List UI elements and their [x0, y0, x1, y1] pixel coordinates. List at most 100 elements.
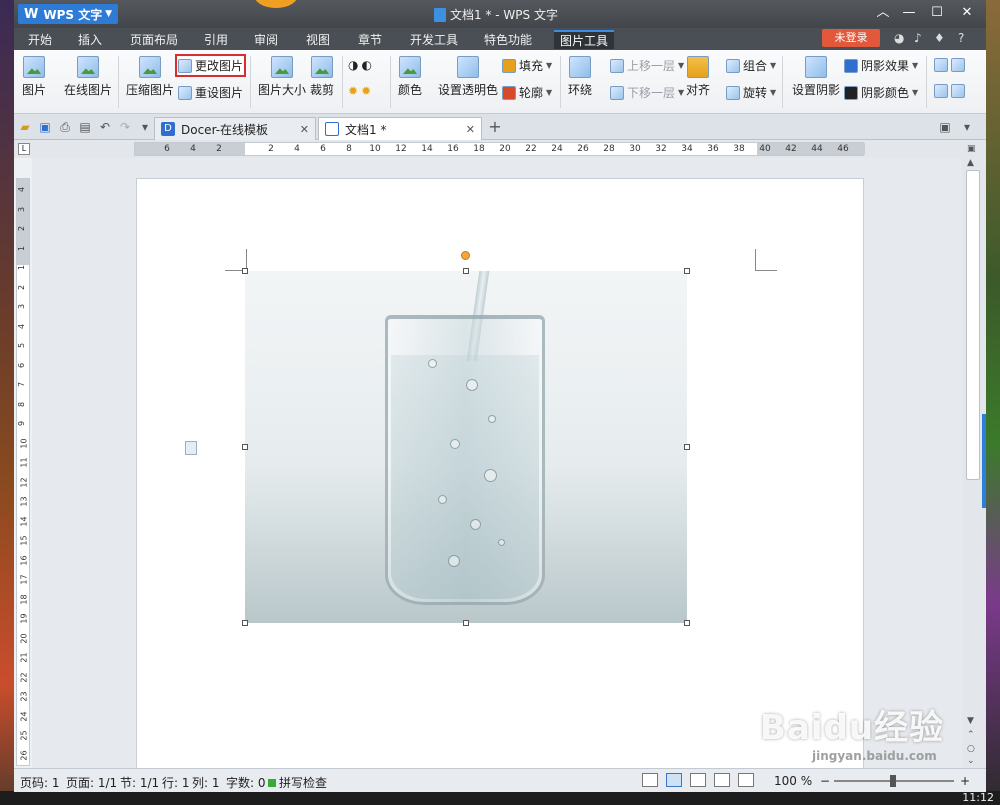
tab-review[interactable]: 审阅 [254, 31, 278, 48]
rotate-handle[interactable] [461, 251, 470, 260]
tab-menu-icon[interactable]: ▾ [960, 120, 974, 134]
tab-picture-tools[interactable]: 图片工具 [554, 30, 615, 49]
vertical-ruler[interactable]: 4 3 2 1 1 2 3 4 5 6 7 8 9 10 11 12 13 14 15 16 17 18 19 20 21 22 2… [16, 178, 30, 766]
next-page-icon[interactable]: ⌄ [967, 756, 975, 766]
close-tab-icon[interactable]: ✕ [466, 123, 475, 136]
contrast-decrease-icon[interactable]: ◐ [361, 58, 371, 72]
zoom-in-button[interactable]: + [960, 774, 970, 788]
close-tab-icon[interactable]: ✕ [300, 123, 309, 136]
nudge-up-icon[interactable] [934, 58, 948, 72]
status-word-count[interactable]: 字数: 0 [226, 774, 266, 791]
resize-handle-se[interactable] [684, 620, 690, 626]
minimize-button[interactable]: — [898, 4, 920, 22]
redo-icon[interactable]: ↷ [118, 120, 132, 134]
scrollbar-thumb[interactable] [966, 170, 980, 480]
document-canvas[interactable] [32, 158, 962, 768]
brightness-decrease-icon[interactable]: ✹ [361, 84, 371, 98]
set-shadow-button[interactable]: 设置阴影 [792, 56, 840, 98]
contrast-increase-icon[interactable]: ◑ [348, 58, 358, 72]
tab-stop-icon[interactable]: L [18, 143, 30, 155]
tab-developer[interactable]: 开发工具 [410, 31, 458, 48]
bring-forward-button[interactable]: 上移一层 ▼ [610, 57, 684, 74]
customize-toolbar-icon[interactable]: ▾ [138, 120, 152, 134]
app-menu-button[interactable]: W WPS 文字 ▼ [18, 4, 118, 24]
tab-home[interactable]: 开始 [28, 31, 52, 48]
tab-insert[interactable]: 插入 [78, 31, 102, 48]
align-button[interactable]: 对齐 [686, 56, 710, 98]
tab-view[interactable]: 视图 [306, 31, 330, 48]
resize-handle-s[interactable] [463, 620, 469, 626]
contrast-buttons[interactable]: ◑ ◐ [348, 58, 372, 72]
outline-button[interactable]: 轮廓 ▼ [502, 84, 552, 101]
nudge-right-icon[interactable] [951, 84, 965, 98]
tab-docer-templates[interactable]: D Docer-在线模板 ✕ [154, 117, 316, 140]
status-row[interactable]: 行: 1 [162, 774, 190, 791]
status-column[interactable]: 列: 1 [192, 774, 220, 791]
undo-icon[interactable]: ↶ [98, 120, 112, 134]
tab-document-1[interactable]: 文档1 * ✕ [318, 117, 482, 140]
spell-check-button[interactable]: 拼写检查 [268, 774, 327, 791]
status-section[interactable]: 节: 1/1 [120, 774, 159, 791]
print-icon[interactable]: ⎙ [58, 120, 72, 134]
open-folder-icon[interactable]: ▰ [18, 120, 32, 134]
outline-view-icon[interactable] [690, 773, 706, 787]
nudge-left-icon[interactable] [951, 58, 965, 72]
reset-picture-button[interactable]: 重设图片 [178, 84, 243, 101]
reading-view-icon[interactable] [714, 773, 730, 787]
brightness-buttons[interactable]: ✹ ✹ [348, 84, 371, 98]
resize-handle-nw[interactable] [242, 268, 248, 274]
skin-icon[interactable]: ◕ [894, 31, 904, 45]
feedback-icon[interactable]: ♪ [914, 31, 922, 45]
scroll-down-icon[interactable]: ▼ [967, 716, 974, 726]
crop-button[interactable]: 裁剪 [310, 56, 334, 98]
zoom-out-button[interactable]: − [820, 774, 830, 788]
select-browse-icon[interactable]: ○ [967, 744, 975, 754]
zoom-level[interactable]: 100 % [774, 774, 812, 788]
shadow-effect-button[interactable]: 阴影效果 ▼ [844, 57, 918, 74]
insert-picture-button[interactable]: 图片 [22, 56, 46, 98]
resize-handle-w[interactable] [242, 444, 248, 450]
save-icon[interactable]: ▣ [38, 120, 52, 134]
layout-options-icon[interactable] [185, 441, 197, 455]
status-page-number[interactable]: 页码: 1 [20, 774, 60, 791]
group-button[interactable]: 组合 ▼ [726, 57, 776, 74]
set-transparent-button[interactable]: 设置透明色 [438, 56, 498, 98]
picture-size-button[interactable]: 图片大小 [258, 56, 306, 98]
vertical-scrollbar[interactable]: ▣ ▲ ▼ ⌃ ○ ⌄ [962, 140, 986, 770]
send-backward-button[interactable]: 下移一层 ▼ [610, 84, 684, 101]
side-panel-tab[interactable] [982, 414, 986, 508]
shadow-nudge-buttons-2[interactable] [934, 84, 965, 98]
prev-page-icon[interactable]: ⌃ [967, 730, 975, 740]
login-button[interactable]: 未登录 [822, 29, 880, 47]
status-pages[interactable]: 页面: 1/1 [66, 774, 117, 791]
help-button[interactable]: ? [958, 31, 964, 45]
nudge-down-icon[interactable] [934, 84, 948, 98]
compress-picture-button[interactable]: 压缩图片 [126, 56, 174, 98]
resize-handle-sw[interactable] [242, 620, 248, 626]
document-page[interactable] [136, 178, 864, 768]
new-tab-icon[interactable]: + [488, 119, 502, 135]
close-button[interactable]: ✕ [956, 4, 978, 22]
collapse-ribbon-icon[interactable]: ︿ [872, 4, 894, 22]
page-view-icon[interactable] [666, 773, 682, 787]
tab-special[interactable]: 特色功能 [484, 31, 532, 48]
ruler-toggle-icon[interactable]: ▣ [967, 144, 976, 154]
tab-page-layout[interactable]: 页面布局 [130, 31, 178, 48]
web-view-icon[interactable] [738, 773, 754, 787]
tab-references[interactable]: 引用 [204, 31, 228, 48]
tab-chapter[interactable]: 章节 [358, 31, 382, 48]
maximize-button[interactable]: ☐ [926, 4, 948, 22]
shirt-icon[interactable]: ♦ [934, 31, 945, 45]
brightness-increase-icon[interactable]: ✹ [348, 84, 358, 98]
scroll-up-icon[interactable]: ▲ [967, 158, 974, 168]
tab-list-icon[interactable]: ▣ [938, 120, 952, 134]
change-picture-button[interactable]: 更改图片 [174, 54, 247, 77]
resize-handle-ne[interactable] [684, 268, 690, 274]
inserted-picture-glass-of-water[interactable] [245, 271, 687, 623]
rotate-button[interactable]: 旋转 ▼ [726, 84, 776, 101]
zoom-slider-thumb[interactable] [890, 775, 896, 787]
fullscreen-view-icon[interactable] [642, 773, 658, 787]
online-picture-button[interactable]: 在线图片 [64, 56, 112, 98]
wrap-button[interactable]: 环绕 [568, 56, 592, 98]
horizontal-ruler[interactable]: 6 4 2 2 4 6 8 10 12 14 16 18 20 22 24 26… [134, 142, 865, 156]
